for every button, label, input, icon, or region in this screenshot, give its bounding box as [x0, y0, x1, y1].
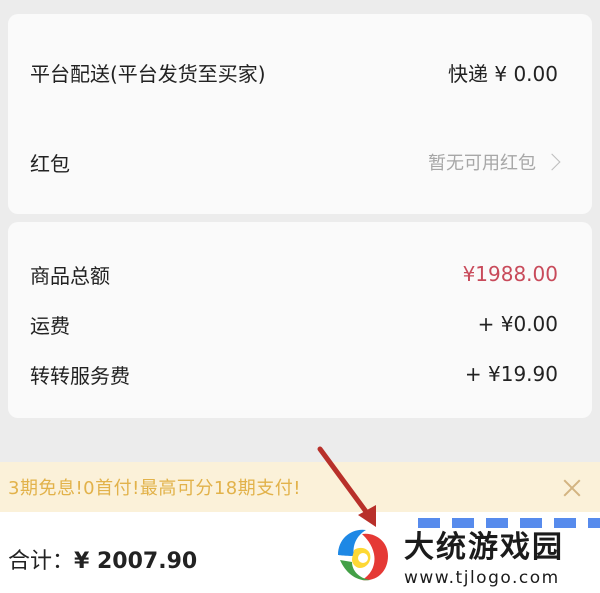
service-fee-label: 转转服务费	[30, 363, 130, 388]
watermark-stripe	[418, 518, 600, 528]
shipping-row: 平台配送(平台发货至买家) 快递 ¥ 0.00	[8, 52, 592, 92]
watermark-text: 大统游戏园 www.tjlogo.com	[404, 522, 564, 588]
red-packet-selector[interactable]: 暂无可用红包	[428, 149, 561, 175]
installment-promo-banner[interactable]: 3期免息!0首付!最高可分18期支付!	[0, 462, 600, 512]
goods-total-row: 商品总额 ¥1988.00	[8, 254, 592, 294]
red-packet-row[interactable]: 红包 暂无可用红包	[8, 142, 592, 182]
total-label: 合计：	[8, 549, 75, 574]
chevron-right-icon	[543, 153, 561, 171]
close-icon[interactable]	[562, 477, 582, 497]
freight-row: 运费 + ¥0.00	[8, 304, 592, 344]
red-packet-value: 暂无可用红包	[428, 153, 536, 174]
service-fee-value: + ¥19.90	[464, 362, 558, 386]
site-watermark: 大统游戏园 www.tjlogo.com	[328, 516, 600, 593]
shipping-value: 快递 ¥ 0.00	[448, 61, 558, 86]
watermark-url: www.tjlogo.com	[404, 567, 560, 588]
price-summary-card: 商品总额 ¥1988.00 运费 + ¥0.00 转转服务费 + ¥19.90	[8, 222, 592, 418]
goods-total-label: 商品总额	[30, 263, 110, 288]
freight-value: + ¥0.00	[477, 312, 558, 336]
watermark-logo-icon	[338, 529, 388, 580]
goods-total-value: ¥1988.00	[462, 262, 558, 286]
order-total: 合计：¥ 2007.90	[8, 543, 197, 575]
watermark-title: 大统游戏园	[404, 529, 564, 565]
freight-label: 运费	[30, 313, 70, 338]
service-fee-row: 转转服务费 + ¥19.90	[8, 354, 592, 394]
delivery-card: 平台配送(平台发货至买家) 快递 ¥ 0.00 红包 暂无可用红包	[8, 14, 592, 214]
total-value: ¥ 2007.90	[74, 549, 198, 574]
checkout-page: 平台配送(平台发货至买家) 快递 ¥ 0.00 红包 暂无可用红包 商品总额 ¥…	[0, 0, 600, 593]
promo-text: 3期免息!0首付!最高可分18期支付!	[8, 478, 301, 499]
red-packet-label: 红包	[30, 151, 70, 176]
shipping-label: 平台配送(平台发货至买家)	[30, 61, 266, 86]
